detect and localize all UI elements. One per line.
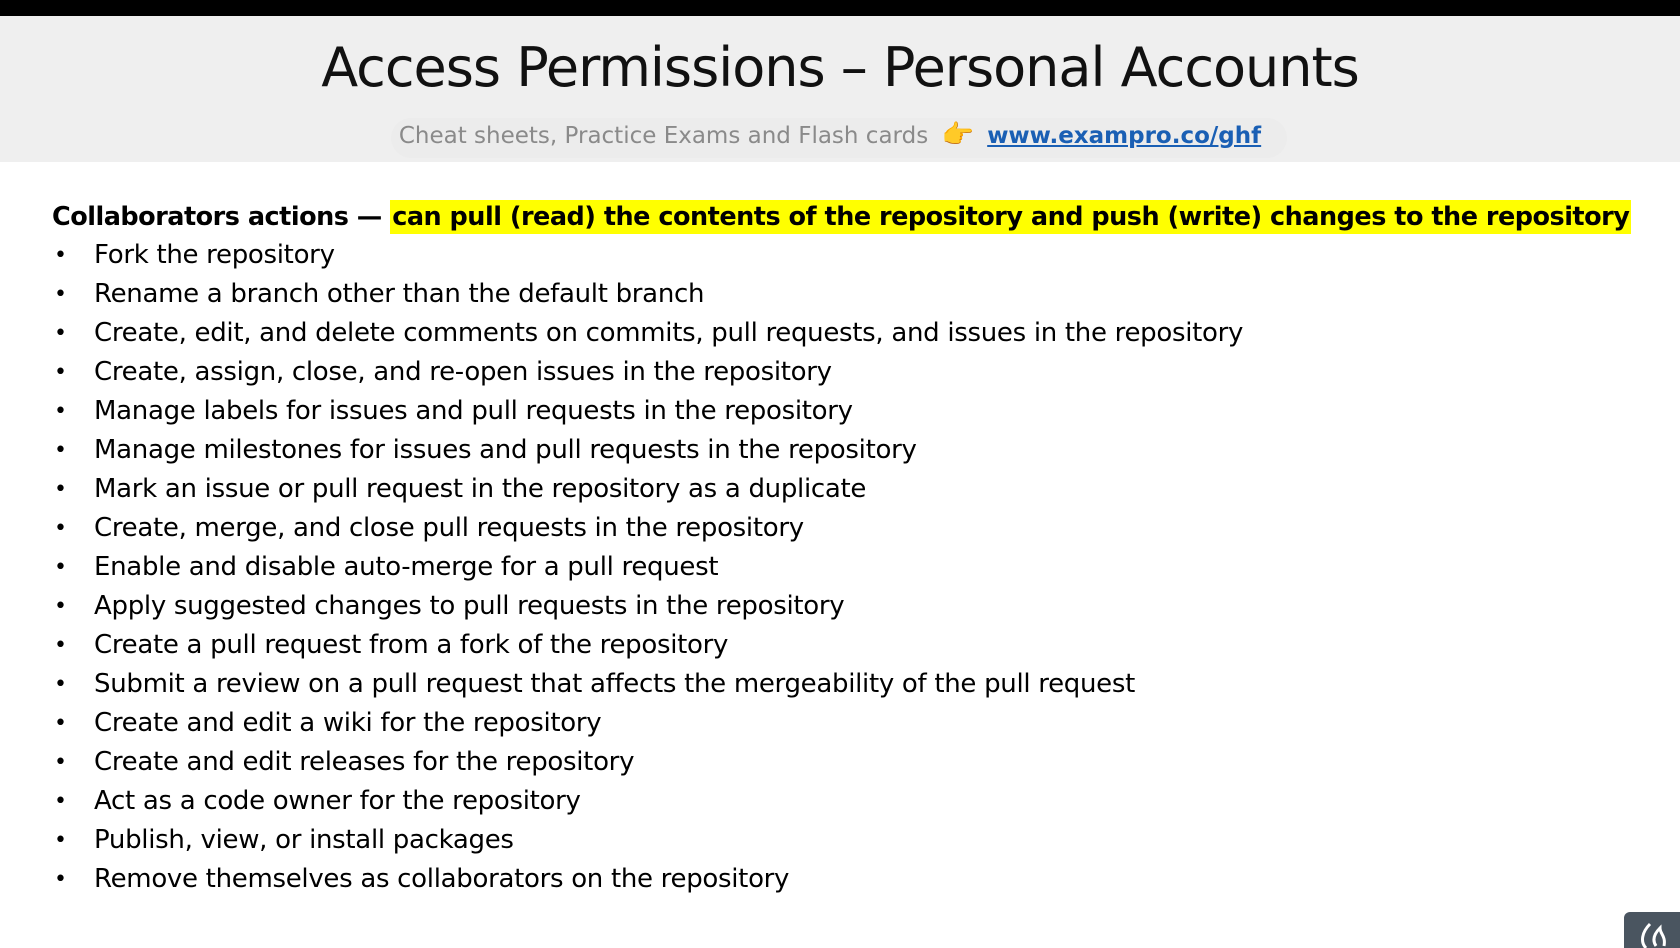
list-item-text: Rename a branch other than the default b… (94, 279, 705, 309)
list-item: • Enable and disable auto-merge for a pul… (52, 548, 1612, 587)
page-title: Access Permissions – Personal Accounts (321, 36, 1360, 99)
list-item: • Mark an issue or pull request in the re… (52, 470, 1612, 509)
pointing-hand-icon: 👉 (941, 120, 974, 150)
list-item-text: Create, assign, close, and re-open issue… (94, 357, 832, 387)
list-item: • Create a pull request from a fork of th… (52, 626, 1612, 665)
list-item: • Submit a review on a pull request that … (52, 665, 1612, 704)
list-item-text: Mark an issue or pull request in the rep… (94, 474, 867, 504)
list-item: • Rename a branch other than the default … (52, 275, 1612, 314)
subtitle: Cheat sheets, Practice Exams and Flash c… (0, 118, 1660, 153)
actions-list: • Fork the repository • Rename a branch ot… (52, 236, 1612, 899)
list-item: • Manage labels for issues and pull reque… (52, 392, 1612, 431)
flame-logo-icon (1624, 912, 1680, 948)
bullet-icon: • (54, 711, 67, 736)
exampro-link[interactable]: www.exampro.co/ghf (987, 123, 1261, 149)
list-item: • Fork the repository (52, 236, 1612, 275)
bullet-icon: • (54, 321, 67, 346)
bullet-icon: • (54, 594, 67, 619)
list-item-text: Fork the repository (94, 240, 335, 270)
list-item-text: Manage labels for issues and pull reques… (94, 396, 853, 426)
bullet-icon: • (54, 672, 67, 697)
list-item: • Create, edit, and delete comments on co… (52, 314, 1612, 353)
subtitle-text: Cheat sheets, Practice Exams and Flash c… (398, 123, 929, 149)
bullet-icon: • (54, 867, 67, 892)
heading-highlight: can pull (read) the contents of the repo… (390, 200, 1632, 234)
list-item: • Remove themselves as collaborators on t… (52, 860, 1612, 899)
bullet-icon: • (54, 828, 67, 853)
list-item-text: Act as a code owner for the repository (94, 786, 581, 816)
list-item: • Create, merge, and close pull requests … (52, 509, 1612, 548)
list-item: • Apply suggested changes to pull request… (52, 587, 1612, 626)
list-item-text: Apply suggested changes to pull requests… (94, 591, 845, 621)
bullet-icon: • (54, 750, 67, 775)
bullet-icon: • (54, 516, 67, 541)
bullet-icon: • (54, 438, 67, 463)
bullet-icon: • (54, 360, 67, 385)
list-item: • Act as a code owner for the repository (52, 782, 1612, 821)
list-item-text: Manage milestones for issues and pull re… (94, 435, 917, 465)
bullet-icon: • (54, 399, 67, 424)
list-item: • Create and edit a wiki for the reposito… (52, 704, 1612, 743)
heading-prefix: Collaborators actions — (52, 202, 382, 232)
flame-logo-svg (1641, 922, 1666, 948)
list-item-text: Submit a review on a pull request that a… (94, 669, 1136, 699)
slide-content: Collaborators actions — can pull (read) … (52, 198, 1632, 899)
bullet-icon: • (54, 477, 67, 502)
list-item-text: Create, edit, and delete comments on com… (94, 318, 1244, 348)
top-black-bar (0, 0, 1680, 16)
bullet-icon: • (54, 282, 67, 307)
list-item: • Publish, view, or install packages (52, 821, 1612, 860)
bullet-icon: • (54, 555, 67, 580)
list-item-text: Publish, view, or install packages (94, 825, 514, 855)
list-item: • Manage milestones for issues and pull r… (52, 431, 1612, 470)
list-item-text: Create and edit releases for the reposit… (94, 747, 635, 777)
list-item-text: Enable and disable auto-merge for a pull… (94, 552, 719, 582)
bullet-icon: • (54, 789, 67, 814)
list-item: • Create, assign, close, and re-open issu… (52, 353, 1612, 392)
bullet-icon: • (54, 243, 67, 268)
list-item-text: Create and edit a wiki for the repositor… (94, 708, 602, 738)
list-item-text: Create, merge, and close pull requests i… (94, 513, 804, 543)
list-item-text: Create a pull request from a fork of the… (94, 630, 729, 660)
section-heading: Collaborators actions — can pull (read) … (52, 198, 1632, 236)
bullet-icon: • (54, 633, 67, 658)
list-item: • Create and edit releases for the reposi… (52, 743, 1612, 782)
list-item-text: Remove themselves as collaborators on th… (94, 864, 790, 894)
slide-header: Access Permissions – Personal Accounts C… (0, 16, 1680, 162)
